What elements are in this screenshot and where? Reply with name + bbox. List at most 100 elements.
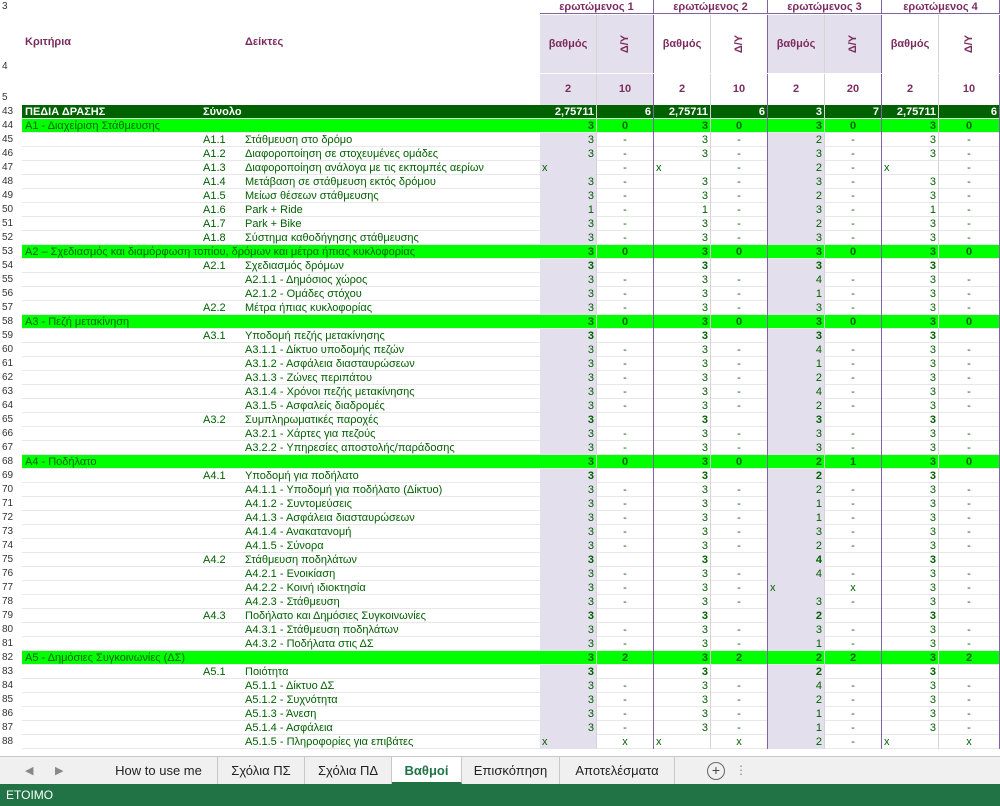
score-cell[interactable]: 3 [768,413,825,427]
criterion-code[interactable]: Α2.2 [203,301,243,315]
score-cell[interactable]: x [882,735,939,749]
delta-cell[interactable]: - [825,161,882,175]
criterion-code[interactable] [203,441,243,455]
score-cell[interactable]: 3 [654,455,711,469]
indicator-text[interactable]: Στάθμευση ποδηλάτων [245,553,538,567]
score-cell[interactable]: 2,75711 [540,105,597,119]
score-cell[interactable]: 3 [882,315,939,329]
delta-cell[interactable]: - [711,217,768,231]
score-cell[interactable]: 3 [768,203,825,217]
score-cell[interactable]: 2 [768,483,825,497]
row-number[interactable]: 59 [0,329,22,343]
row-number[interactable]: 78 [0,595,22,609]
score-weight[interactable]: 2 [768,74,825,105]
delta-cell[interactable]: - [711,371,768,385]
delta-cell[interactable]: 0 [825,119,882,133]
criterion-code[interactable] [203,287,243,301]
row-number[interactable]: 74 [0,539,22,553]
delta-cell[interactable]: - [825,707,882,721]
indicator-text[interactable]: Συμπληρωματικές παροχές [245,413,538,427]
score-cell[interactable]: 3 [654,357,711,371]
delta-cell[interactable]: 0 [711,315,768,329]
score-cell[interactable]: 3 [654,217,711,231]
score-cell[interactable]: 4 [768,553,825,567]
score-cell[interactable]: 3 [768,623,825,637]
criterion-code[interactable]: Α1.7 [203,217,243,231]
row-number[interactable]: 85 [0,693,22,707]
score-cell[interactable]: 3 [882,539,939,553]
score-cell[interactable]: 3 [540,385,597,399]
score-cell[interactable]: 3 [540,259,597,273]
indicator-text[interactable]: Σχεδιασμός δρόμων [245,259,538,273]
score-cell[interactable]: 3 [540,511,597,525]
respondent-title[interactable]: ερωτώμενος 2 [654,0,768,14]
score-cell[interactable]: 3 [540,665,597,679]
delta-cell[interactable]: - [597,133,654,147]
delta-cell[interactable]: - [825,357,882,371]
score-cell[interactable]: 3 [654,329,711,343]
row-number[interactable]: 77 [0,581,22,595]
delta-cell[interactable]: - [939,399,1000,413]
score-cell[interactable]: 1 [768,511,825,525]
score-cell[interactable]: 3 [540,497,597,511]
delta-cell[interactable]: - [939,189,1000,203]
delta-cell[interactable] [597,329,654,343]
row-number[interactable]: 60 [0,343,22,357]
respondent-title[interactable]: ερωτώμενος 3 [768,0,882,14]
score-header[interactable]: βαθμός [768,15,825,73]
score-cell[interactable]: 3 [654,693,711,707]
score-cell[interactable]: 3 [882,357,939,371]
score-cell[interactable]: 3 [768,595,825,609]
row-number[interactable]: 61 [0,357,22,371]
indicator-text[interactable]: Α3.2.2 - Υπηρεσίες αποστολής/παράδοσης [245,441,538,455]
delta-cell[interactable]: - [711,637,768,651]
indicator-text[interactable]: Α4.2.1 - Ενοικίαση [245,567,538,581]
delta-cell[interactable] [825,553,882,567]
score-cell[interactable]: 3 [882,497,939,511]
score-cell[interactable]: 3 [768,119,825,133]
indicator-text[interactable]: Α5.1.4 - Ασφάλεια [245,721,538,735]
row-number[interactable]: 54 [0,259,22,273]
score-cell[interactable]: 3 [540,469,597,483]
score-cell[interactable]: 3 [654,469,711,483]
delta-cell[interactable]: - [711,581,768,595]
score-cell[interactable]: 3 [540,287,597,301]
row-number[interactable]: 71 [0,497,22,511]
delta-cell[interactable]: - [939,483,1000,497]
delta-cell[interactable]: - [597,623,654,637]
indicator-text[interactable]: Στάθμευση στο δρόμο [245,133,538,147]
delta-cell[interactable]: - [711,287,768,301]
score-cell[interactable]: 3 [540,483,597,497]
score-cell[interactable]: 3 [654,371,711,385]
delta-cell[interactable]: - [939,161,1000,175]
row-number[interactable]: 64 [0,399,22,413]
score-cell[interactable]: 3 [540,245,597,259]
delta-cell[interactable]: - [825,525,882,539]
delta-cell[interactable]: - [711,483,768,497]
delta-cell[interactable]: 2 [597,651,654,665]
delta-cell[interactable] [939,329,1000,343]
indicator-text[interactable]: Μετάβαση σε στάθμευση εκτός δρόμου [245,175,538,189]
delta-weight[interactable]: 10 [597,74,654,105]
row-number[interactable]: 46 [0,147,22,161]
score-cell[interactable]: 3 [654,231,711,245]
delta-cell[interactable]: - [825,203,882,217]
criterion-code[interactable] [203,539,243,553]
delta-cell[interactable]: - [597,301,654,315]
criterion-code[interactable] [203,707,243,721]
row-number[interactable]: 45 [0,133,22,147]
score-cell[interactable]: 2 [768,133,825,147]
delta-cell[interactable]: - [711,497,768,511]
score-cell[interactable]: 3 [882,469,939,483]
score-cell[interactable]: 3 [654,175,711,189]
score-cell[interactable]: 3 [654,273,711,287]
delta-cell[interactable]: - [825,371,882,385]
score-cell[interactable]: 3 [882,553,939,567]
score-cell[interactable]: 3 [882,455,939,469]
respondent-title[interactable]: ερωτώμενος 4 [882,0,1000,14]
delta-cell[interactable]: - [939,637,1000,651]
indicator-text[interactable]: Σύνολο [203,105,538,119]
delta-cell[interactable]: x [597,735,654,749]
score-cell[interactable]: 1 [768,637,825,651]
delta-cell[interactable]: - [597,231,654,245]
